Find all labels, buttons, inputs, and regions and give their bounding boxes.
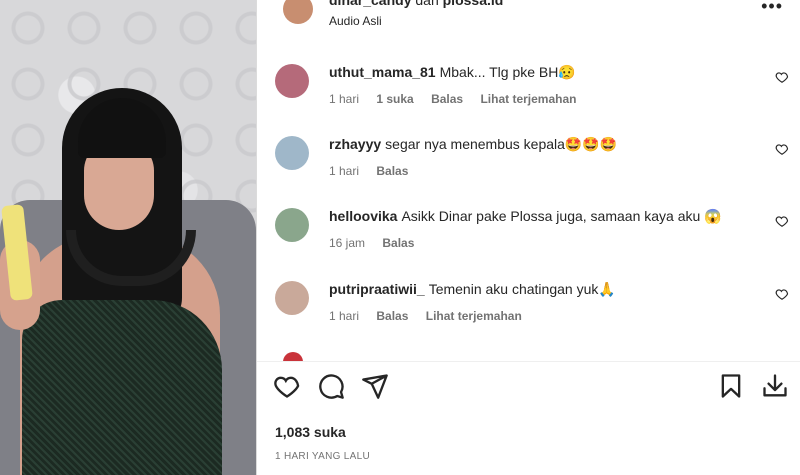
reply-button[interactable]: Balas: [382, 236, 414, 250]
heart-icon[interactable]: [273, 372, 301, 400]
post-photo: [0, 0, 256, 475]
comment-text-line: putripraatiwii_ Temenin aku chatingan yuk…: [329, 281, 616, 298]
comment-meta: 1 hari Balas Lihat terjemahan: [329, 309, 536, 323]
likes-count[interactable]: 1,083 suka: [275, 424, 346, 440]
comment-text-line: helloovika Asikk Dinar pake Plossa juga, …: [329, 208, 722, 225]
comment-item: rzhayyy segar nya menembus kepala🤩🤩🤩 1 ha…: [257, 136, 800, 196]
heart-icon[interactable]: [775, 142, 789, 156]
person-dress: [22, 300, 222, 475]
reply-button[interactable]: Balas: [376, 309, 408, 323]
download-icon[interactable]: [761, 372, 789, 400]
heart-icon[interactable]: [775, 287, 789, 301]
share-icon[interactable]: [361, 372, 389, 400]
comment-meta: 16 jam Balas: [329, 236, 428, 250]
comment-time: 1 hari: [329, 164, 360, 178]
comment-username[interactable]: uthut_mama_81: [329, 64, 436, 80]
action-bar: [257, 372, 800, 412]
comment-item: uthut_mama_81 Mbak... Tlg pke BH😥 1 hari …: [257, 64, 800, 124]
comment-meta: 1 hari 1 suka Balas Lihat terjemahan: [329, 92, 590, 106]
comment-time: 16 jam: [329, 236, 366, 250]
header-username[interactable]: dinar_candy: [329, 0, 411, 8]
comment-text: Asikk Dinar pake Plossa juga, samaan kay…: [401, 208, 722, 224]
header-avatar[interactable]: [283, 0, 313, 24]
post-header: dinar_candy dan plossa.id Audio Asli •••: [257, 0, 800, 40]
comment-icon[interactable]: [317, 372, 345, 400]
comment-text-line: uthut_mama_81 Mbak... Tlg pke BH😥: [329, 64, 576, 81]
comment-username[interactable]: helloovika: [329, 208, 397, 224]
header-and: dan: [415, 0, 439, 8]
comment-time: 1 hari: [329, 309, 360, 323]
comment-time: 1 hari: [329, 92, 360, 106]
post-time: 1 HARI YANG LALU: [275, 451, 371, 462]
more-icon[interactable]: •••: [761, 0, 783, 17]
heart-icon[interactable]: [775, 214, 789, 228]
header-collab[interactable]: plossa.id: [443, 0, 504, 8]
comment-likes[interactable]: 1 suka: [376, 92, 413, 106]
comment-username[interactable]: rzhayyy: [329, 136, 381, 152]
audio-label[interactable]: Audio Asli: [329, 14, 382, 28]
bookmark-icon[interactable]: [717, 372, 745, 400]
comment-text: Temenin aku chatingan yuk🙏: [428, 281, 616, 297]
comment-text: segar nya menembus kepala🤩🤩🤩: [385, 136, 618, 152]
comment-avatar[interactable]: [275, 281, 309, 315]
comment-text-line: rzhayyy segar nya menembus kepala🤩🤩🤩: [329, 136, 617, 153]
comment-item: helloovika Asikk Dinar pake Plossa juga, …: [257, 208, 800, 268]
divider: [257, 361, 800, 362]
translate-link[interactable]: Lihat terjemahan: [480, 92, 576, 106]
comment-username[interactable]: putripraatiwii_: [329, 281, 425, 297]
header-title: dinar_candy dan plossa.id: [329, 0, 503, 8]
reply-button[interactable]: Balas: [431, 92, 463, 106]
comment-meta: 1 hari Balas: [329, 164, 422, 178]
translate-link[interactable]: Lihat terjemahan: [426, 309, 522, 323]
comment-avatar[interactable]: [275, 64, 309, 98]
comment-avatar[interactable]: [275, 208, 309, 242]
reply-button[interactable]: Balas: [376, 164, 408, 178]
comment-text: Mbak... Tlg pke BH😥: [439, 64, 576, 80]
heart-icon[interactable]: [775, 70, 789, 84]
post-panel: dinar_candy dan plossa.id Audio Asli •••…: [256, 0, 800, 475]
comment-avatar[interactable]: [275, 136, 309, 170]
comment-item: putripraatiwii_ Temenin aku chatingan yuk…: [257, 281, 800, 341]
